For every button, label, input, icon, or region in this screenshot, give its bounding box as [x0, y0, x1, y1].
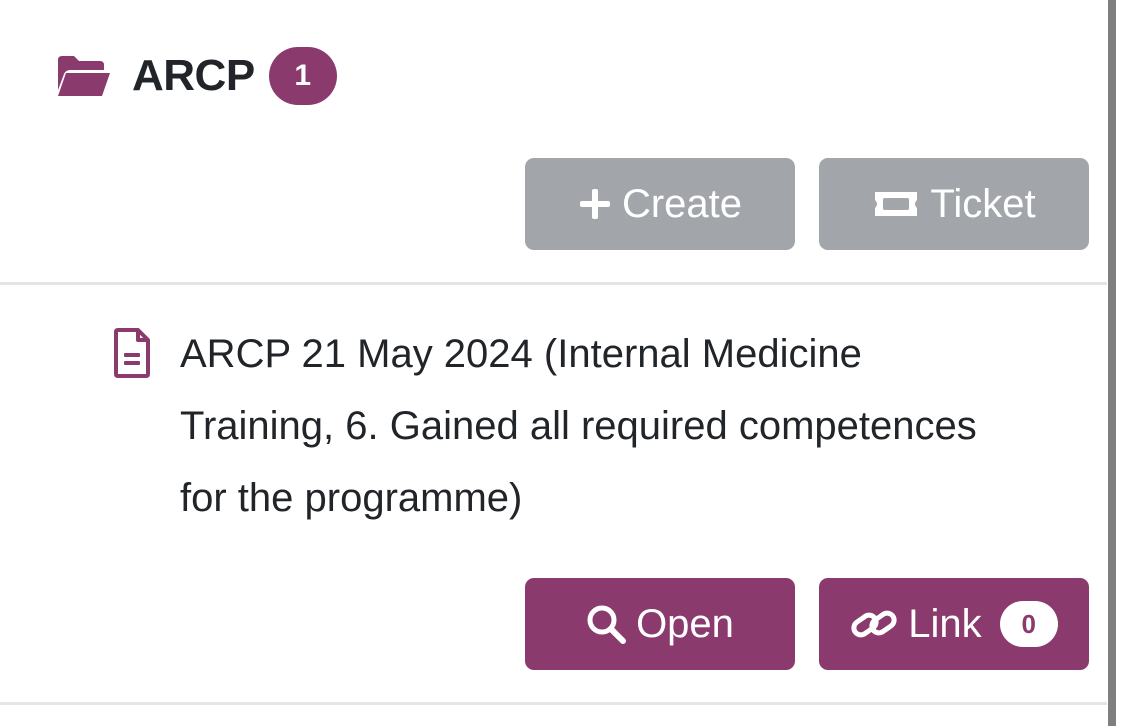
folder-open-icon	[56, 54, 112, 98]
search-icon	[586, 604, 627, 644]
section-title-row: ARCP 1	[56, 44, 337, 108]
count-badge: 1	[268, 47, 337, 105]
link-label: Link	[908, 601, 982, 646]
section-title: ARCP	[132, 51, 255, 100]
link-count-badge: 0	[999, 601, 1058, 647]
divider	[0, 702, 1107, 705]
item-title: ARCP 21 May 2024 (Internal Medicine Trai…	[180, 332, 977, 520]
open-button[interactable]: Open	[525, 578, 795, 670]
ticket-label: Ticket	[930, 181, 1036, 226]
open-label: Open	[636, 601, 734, 646]
ticket-icon	[872, 189, 920, 219]
create-button[interactable]: Create	[525, 158, 795, 250]
plus-icon	[578, 187, 612, 221]
section-header: ARCP 1 Create Ticket	[0, 0, 1107, 285]
link-button[interactable]: Link 0	[819, 578, 1089, 670]
link-icon	[850, 604, 898, 644]
ticket-button[interactable]: Ticket	[819, 158, 1089, 250]
scrollbar[interactable]	[1108, 0, 1116, 726]
document-icon	[112, 328, 152, 378]
list-item: ARCP 21 May 2024 (Internal Medicine Trai…	[112, 318, 1012, 534]
create-label: Create	[621, 181, 743, 226]
